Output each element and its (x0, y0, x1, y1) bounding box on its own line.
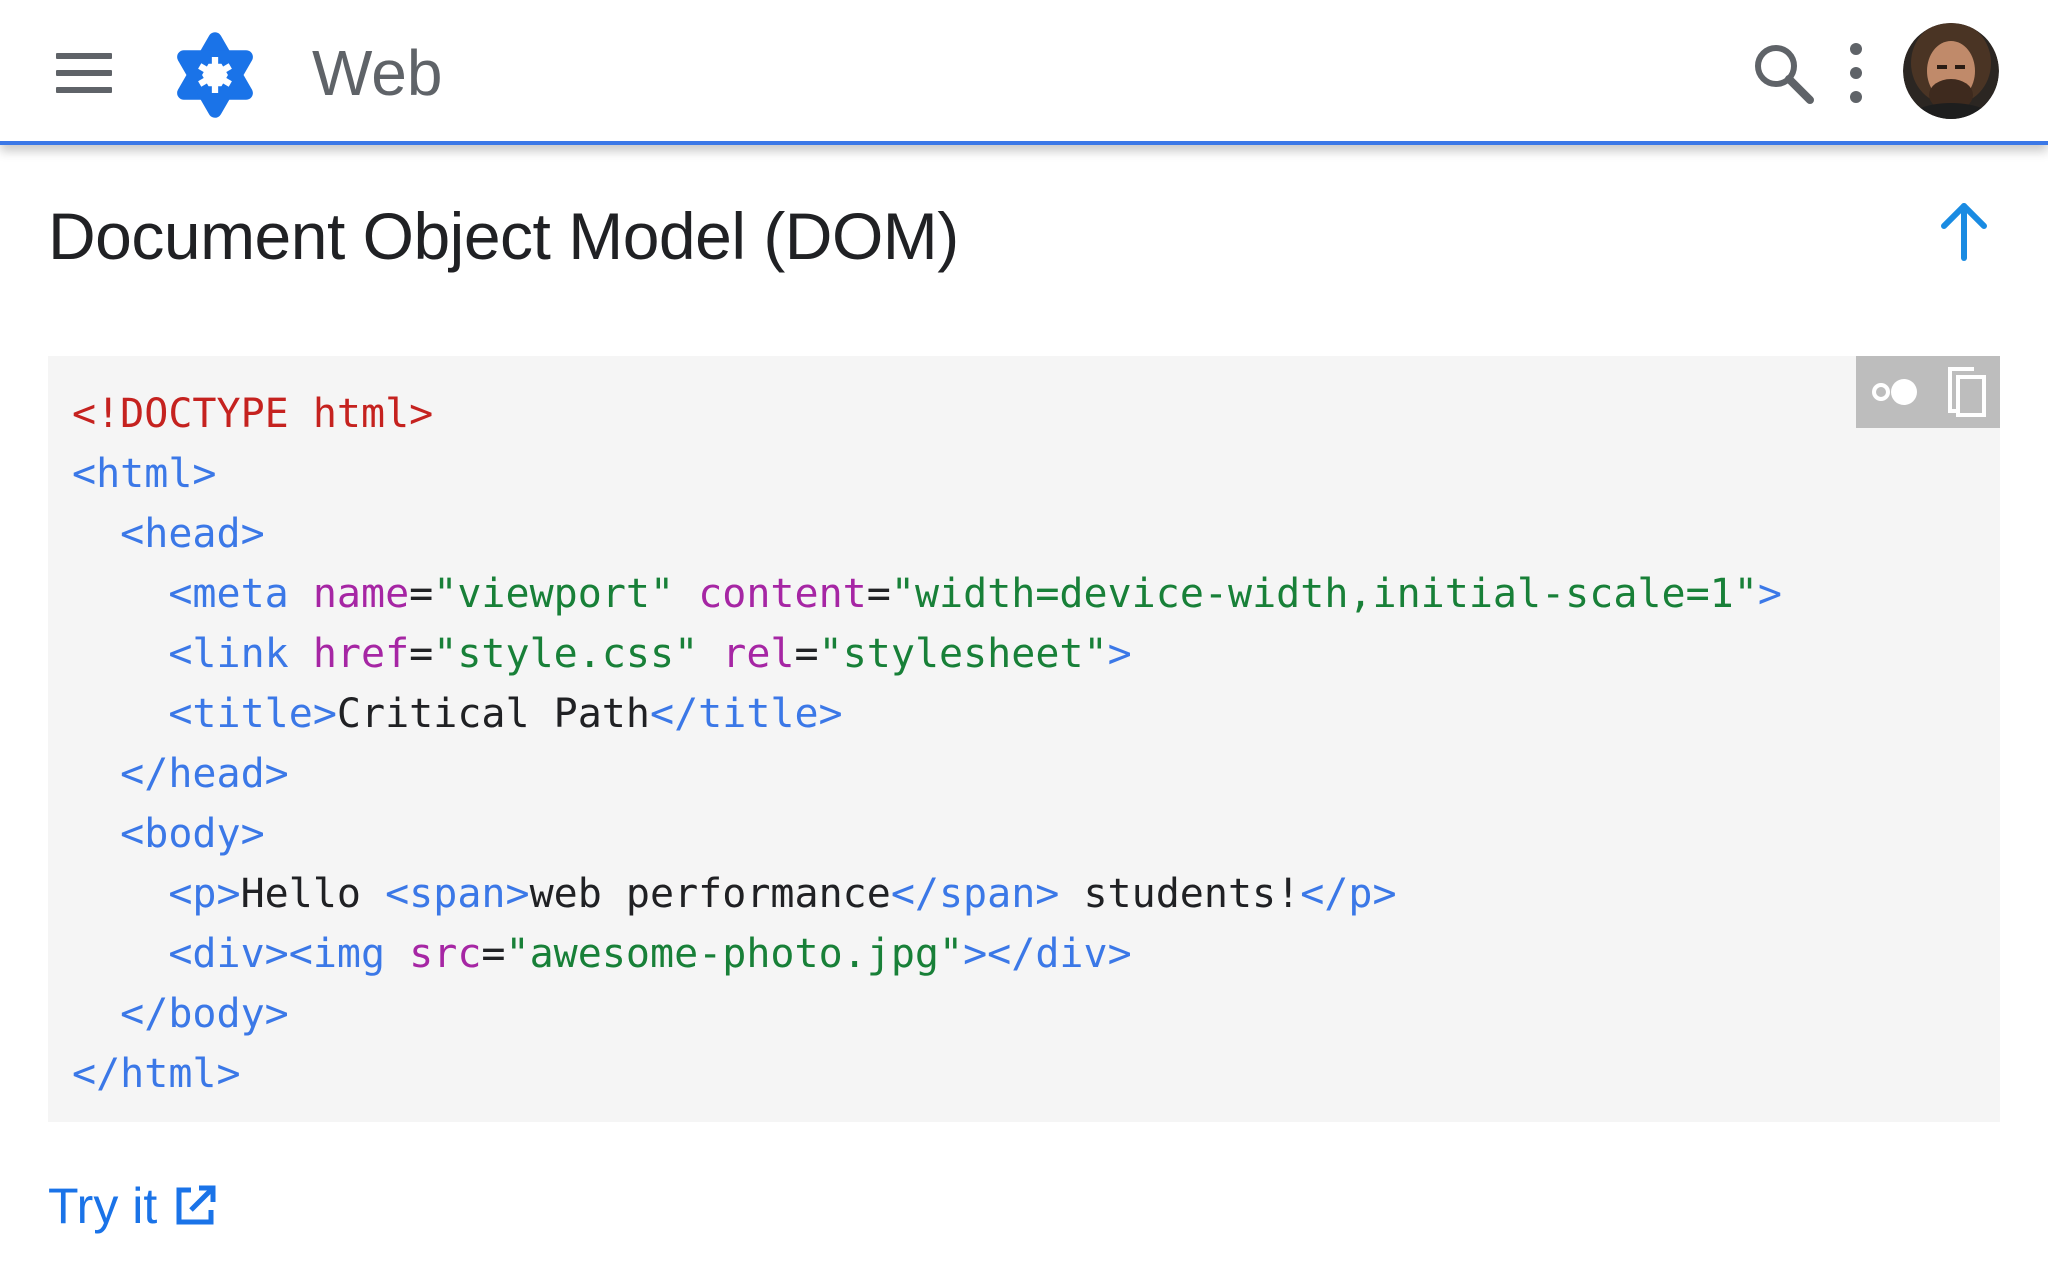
code-token: "stylesheet" (818, 631, 1108, 677)
menu-bar-line (56, 53, 112, 59)
code-token: </p> (1300, 871, 1397, 917)
code-token: src (409, 931, 482, 977)
code-line: <head> (72, 504, 1782, 564)
code-token: <span> (385, 871, 530, 917)
code-token: "width=device-width,initial-scale=1" (890, 571, 1758, 617)
code-token: </title> (649, 691, 843, 737)
code-token: = (866, 571, 891, 617)
page-title: Document Object Model (DOM) (48, 199, 959, 273)
code-token: ></div> (963, 931, 1132, 977)
top-app-bar: Web (0, 0, 2048, 145)
avatar[interactable] (1903, 23, 1999, 119)
code-token: <head> (120, 511, 265, 557)
code-line: </html> (72, 1044, 1782, 1104)
code-toolbar (1856, 356, 2000, 428)
code-line: <div><img src="awesome-photo.jpg"></div> (72, 924, 1782, 984)
menu-bar-line (56, 87, 112, 93)
code-line: </head> (72, 744, 1782, 804)
code-token: rel (722, 631, 795, 677)
code-token: </span> (890, 871, 1060, 917)
code-token: = (794, 631, 819, 677)
site-title[interactable]: Web (312, 36, 442, 110)
code-token: students! (1059, 871, 1301, 917)
code-token: name (312, 571, 410, 617)
code-listing: <!DOCTYPE html> <html> <head> <meta name=… (72, 384, 1782, 1104)
code-token: = (409, 571, 434, 617)
code-token: </body> (120, 991, 289, 1037)
try-it-link[interactable]: Try it (48, 1176, 219, 1236)
more-vert-icon[interactable] (1838, 40, 1874, 106)
code-token: </html> (72, 1051, 241, 1097)
code-token: > (1757, 571, 1782, 617)
code-line: <body> (72, 804, 1782, 864)
code-token: Critical Path (336, 691, 650, 737)
arrow-upward-icon[interactable] (1936, 200, 1992, 264)
code-line: <title>Critical Path</title> (72, 684, 1782, 744)
code-token: web performance (529, 871, 891, 917)
search-icon[interactable] (1748, 38, 1818, 108)
code-token: <div><img (168, 931, 386, 977)
code-token: <meta (168, 571, 289, 617)
code-token: <title> (168, 691, 337, 737)
code-token: <p> (168, 871, 241, 917)
code-line: <!DOCTYPE html> (72, 384, 1782, 444)
code-token: href (312, 631, 410, 677)
code-token: Hello (240, 871, 386, 917)
code-token: "awesome-photo.jpg" (505, 931, 964, 977)
code-line: <html> (72, 444, 1782, 504)
menu-bar-line (56, 70, 112, 76)
code-line: </body> (72, 984, 1782, 1044)
code-token: <body> (120, 811, 265, 857)
code-token: <link (168, 631, 289, 677)
asterisk-logo-icon[interactable] (170, 30, 260, 120)
code-line: <link href="style.css" rel="stylesheet"> (72, 624, 1782, 684)
hamburger-menu-icon[interactable] (44, 38, 124, 108)
code-token: = (481, 931, 506, 977)
code-token: > (1107, 631, 1132, 677)
code-token: content (698, 571, 867, 617)
code-token: = (409, 631, 434, 677)
code-token: <!DOCTYPE html> (72, 391, 434, 437)
code-line: <meta name="viewport" content="width=dev… (72, 564, 1782, 624)
code-token: <html> (72, 451, 217, 497)
code-block: <!DOCTYPE html> <html> <head> <meta name=… (48, 356, 2000, 1122)
code-token: </head> (120, 751, 289, 797)
dark-theme-toggle-icon[interactable] (1867, 374, 1923, 410)
code-line: <p>Hello <span>web performance</span> st… (72, 864, 1782, 924)
code-token: "style.css" (433, 631, 699, 677)
open-in-new-icon (176, 1185, 216, 1225)
code-token: "viewport" (433, 571, 675, 617)
copy-icon[interactable] (1944, 365, 1990, 419)
try-it-label: Try it (48, 1178, 158, 1234)
